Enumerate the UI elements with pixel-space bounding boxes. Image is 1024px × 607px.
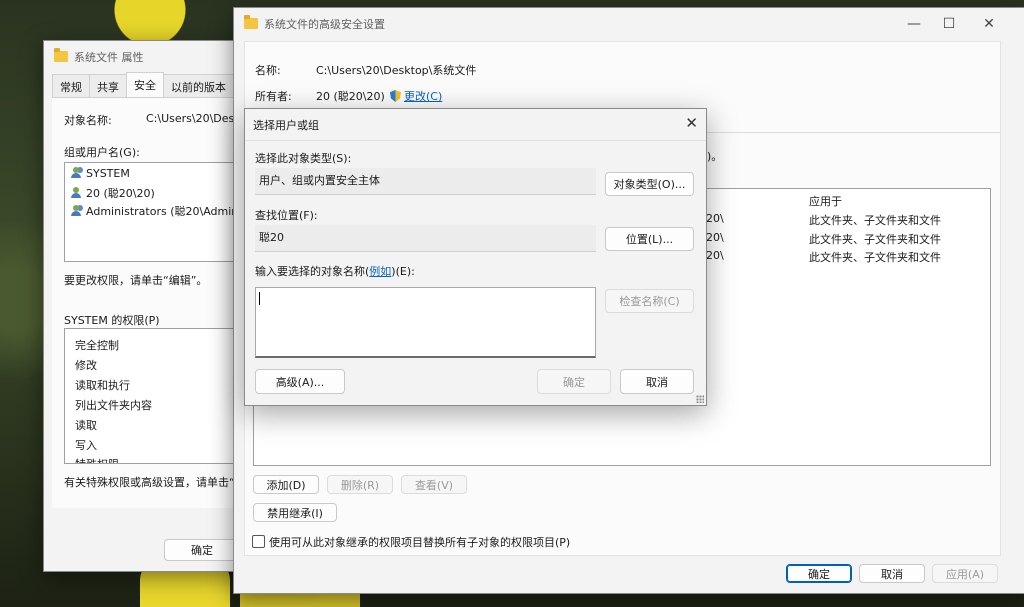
location-button[interactable]: 位置(L)... [605,227,694,251]
list-item: 写入 [75,439,97,452]
list-item: 读取和执行 [75,379,130,392]
location-label: 查找位置(F): [255,209,318,222]
list-item[interactable]: SYSTEM [70,167,130,180]
list-item[interactable]: 20 (聪20\20) [70,185,155,201]
examples-link[interactable]: 例如 [369,265,391,278]
permissions-hint-tail: )。 [707,150,723,163]
location-field: 聪20 [255,225,596,252]
resize-grip-icon[interactable] [696,395,704,403]
select-cancel-button[interactable]: 取消 [620,369,694,394]
object-type-field: 用户、组或内置安全主体 [255,168,596,195]
close-icon[interactable]: ✕ [974,14,1004,34]
maximize-icon[interactable]: ☐ [934,14,964,34]
minimize-icon[interactable]: — [899,14,929,34]
groups-label: 组或用户名(G): [64,146,140,159]
name-label: 名称: [255,64,281,77]
list-item: 特殊权限 [75,456,119,463]
enter-names-label: 输入要选择的对象名称(例如)(E): [255,265,415,278]
add-button[interactable]: 添加(D) [253,475,319,494]
disable-inheritance-button[interactable]: 禁用继承(I) [253,503,337,522]
close-icon[interactable]: ✕ [685,114,698,132]
list-item: 读取 [75,419,97,432]
advanced-ok-button[interactable]: 确定 [786,564,852,583]
list-item: 修改 [75,359,97,372]
owner-value: 20 (聪20\20) [316,90,385,103]
text-caret [259,292,260,305]
select-dialog-titlebar: 选择用户或组 [245,109,706,140]
divider [245,140,706,141]
special-permissions-hint: 有关特殊权限或高级设置，请单击“高 [64,476,246,489]
select-dialog-title: 选择用户或组 [253,118,319,132]
view-button[interactable]: 查看(V) [401,475,467,494]
user-icon [70,187,83,198]
group-icon [70,167,83,178]
checkbox-icon [252,535,265,548]
tab-security[interactable]: 安全 [126,72,164,99]
apply-button[interactable]: 应用(A) [932,564,998,583]
advanced-button[interactable]: 高级(A)... [255,369,345,394]
list-item: 列出文件夹内容 [75,399,152,412]
check-names-button[interactable]: 检查名称(C) [605,289,694,313]
object-types-button[interactable]: 对象类型(O)... [605,172,694,196]
object-names-input[interactable] [255,287,596,358]
select-users-dialog: 选择用户或组 ✕ 选择此对象类型(S): 用户、组或内置安全主体 对象类型(O)… [244,108,707,406]
change-owner-link[interactable]: 更改(C) [390,88,442,104]
permissions-label: SYSTEM 的权限(P) [64,314,160,327]
owner-label: 所有者: [255,90,292,103]
folder-icon [244,15,258,29]
edit-hint: 要更改权限，请单击“编辑”。 [64,274,208,287]
advanced-cancel-button[interactable]: 取消 [859,564,925,583]
properties-title: 系统文件 属性 [74,50,144,64]
advanced-title: 系统文件的高级安全设置 [264,17,385,31]
group-icon [70,205,83,216]
list-item[interactable]: Administrators (聪20\Adminis [70,203,247,219]
remove-button[interactable]: 删除(R) [327,475,393,494]
list-item: 完全控制 [75,339,119,352]
object-name-label: 对象名称: [64,114,112,127]
replace-child-permissions-checkbox[interactable]: 使用可从此对象继承的权限项目替换所有子对象的权限项目(P) [252,534,570,550]
name-value: C:\Users\20\Desktop\系统文件 [316,64,477,77]
folder-icon [54,48,68,62]
properties-ok-button[interactable]: 确定 [164,539,240,561]
select-ok-button[interactable]: 确定 [537,369,611,394]
uac-shield-icon [390,90,401,102]
object-type-label: 选择此对象类型(S): [255,152,352,165]
